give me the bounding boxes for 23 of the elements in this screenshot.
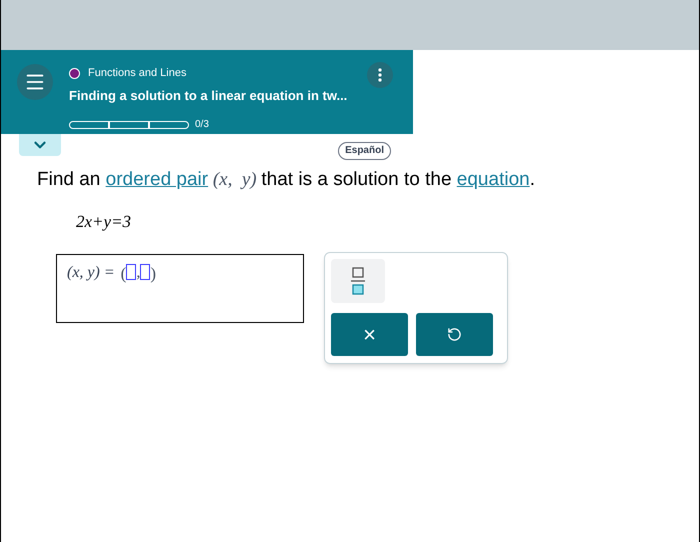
term-link[interactable]: ordered pair [106,169,208,190]
close-paren: ) [150,263,156,285]
y-input-slot[interactable] [140,264,150,280]
open-paren: ( [120,263,126,285]
clear-button[interactable]: × [331,313,408,356]
equation: 2x+y=3 [76,210,132,233]
answer-field[interactable]: (x, y) = ( , ) [56,254,304,323]
question-text: Find an ordered pair (x, y) that is a solution to the equation. [37,168,536,192]
answer-label: (x, y) = [67,263,115,283]
language-button[interactable]: Español [338,142,391,160]
fraction-icon [350,267,366,295]
comma: , [136,263,140,283]
more-button[interactable] [367,62,393,88]
undo-icon [447,327,462,342]
more-icon [378,68,382,82]
term-link[interactable]: equation [456,169,530,190]
progress-label: 0/3 [195,118,209,132]
topic-label: Functions and Lines [88,66,186,81]
x-input-slot[interactable] [126,264,136,280]
collapse-button[interactable] [19,134,61,156]
fraction-button[interactable] [331,259,385,303]
lesson-title: Finding a solution to a linear equation in tw... [69,86,348,105]
menu-button[interactable] [17,64,53,100]
